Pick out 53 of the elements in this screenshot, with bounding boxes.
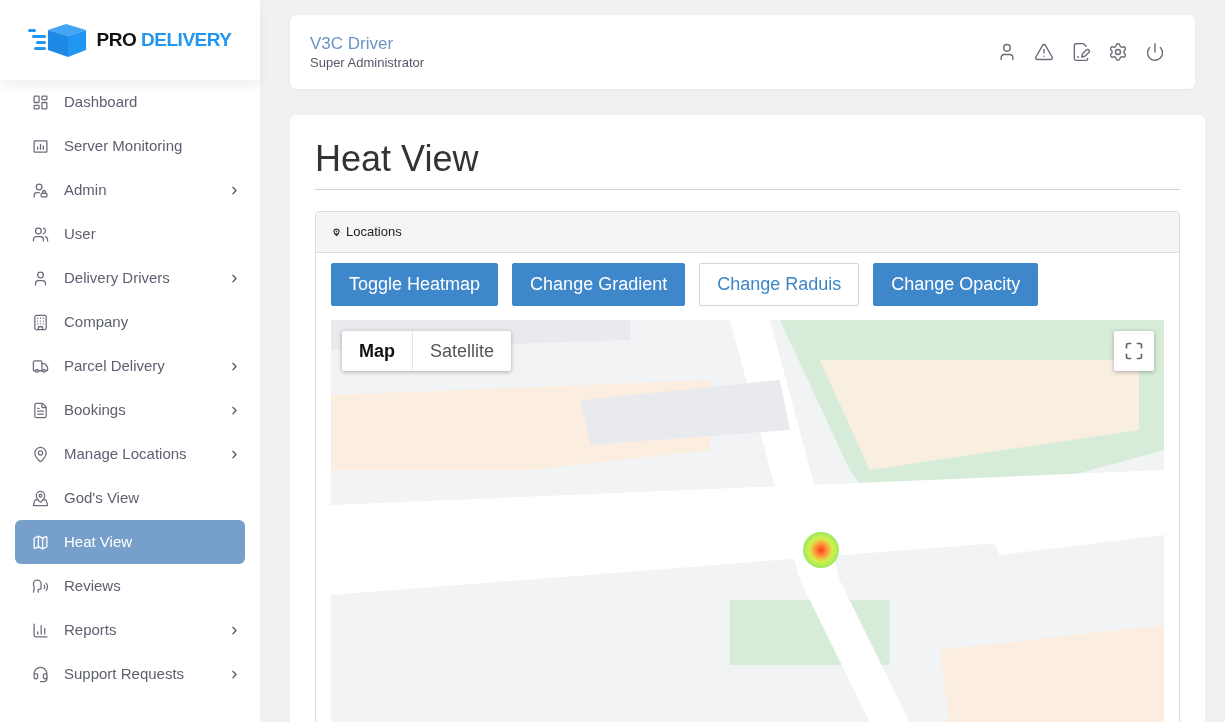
heatmap-spot-icon — [803, 532, 839, 568]
fullscreen-icon — [1124, 341, 1144, 361]
sidebar-item[interactable]: Manage Locations — [15, 432, 245, 476]
truck-icon — [32, 357, 49, 375]
sidebar-item[interactable]: Admin — [15, 168, 245, 212]
sidebar-item[interactable]: Server Monitoring — [15, 124, 245, 168]
settings-icon — [1108, 42, 1128, 62]
brand-name: PRO DELIVERY — [96, 27, 232, 52]
sidebar-item[interactable]: Support Requests — [15, 652, 245, 696]
user-icon — [32, 269, 49, 287]
map-pin-icon — [331, 226, 342, 238]
dashboard-icon — [32, 93, 49, 111]
settings-button[interactable] — [1108, 42, 1128, 62]
page-title: Heat View — [315, 137, 1180, 190]
map-type-tab[interactable]: Satellite — [412, 331, 512, 371]
sidebar-item[interactable]: Reviews — [15, 564, 245, 608]
box-logo-icon — [28, 23, 89, 57]
action-button[interactable]: Toggle Heatmap — [331, 263, 499, 306]
profile-icon — [997, 42, 1017, 62]
speaking-person-icon — [32, 577, 49, 595]
sidebar-item[interactable]: God's View — [15, 476, 245, 520]
sidebar-item[interactable]: Company — [15, 300, 245, 344]
power-icon — [1145, 42, 1165, 62]
map-icon — [32, 533, 49, 551]
panel-title: Locations — [346, 223, 402, 242]
building-icon — [32, 313, 49, 331]
map-pin-icon — [32, 445, 49, 463]
warning-button[interactable] — [1034, 42, 1054, 62]
power-button[interactable] — [1145, 42, 1165, 62]
sidebar-item[interactable]: Reports — [15, 608, 245, 652]
user-lock-icon — [32, 181, 49, 199]
sidebar-item[interactable]: Parcel Delivery — [15, 344, 245, 388]
sidebar-item[interactable]: Bookings — [15, 388, 245, 432]
document-icon — [32, 401, 49, 419]
edit-document-button[interactable] — [1071, 42, 1091, 62]
fullscreen-button[interactable] — [1114, 331, 1154, 371]
action-button[interactable]: Change Gradient — [512, 263, 686, 306]
users-icon — [32, 225, 49, 243]
warning-icon — [1034, 42, 1054, 62]
action-button[interactable]: Change Raduis — [699, 263, 860, 306]
map-pin-icon — [32, 489, 49, 507]
action-button[interactable]: Change Opacity — [873, 263, 1039, 306]
edit-document-icon — [1071, 42, 1091, 62]
user-name: V3C Driver — [310, 33, 395, 55]
sidebar-item[interactable]: Delivery Drivers — [15, 256, 245, 300]
sidebar-item[interactable]: User — [15, 212, 245, 256]
profile-button[interactable] — [997, 42, 1017, 62]
map-type-tab[interactable]: Map — [342, 331, 412, 371]
chart-icon — [32, 137, 49, 155]
bar-chart-icon — [32, 621, 49, 639]
headset-icon — [32, 665, 49, 683]
sidebar-item[interactable]: Dashboard — [15, 80, 245, 124]
user-role: Super Administrator — [310, 54, 425, 71]
